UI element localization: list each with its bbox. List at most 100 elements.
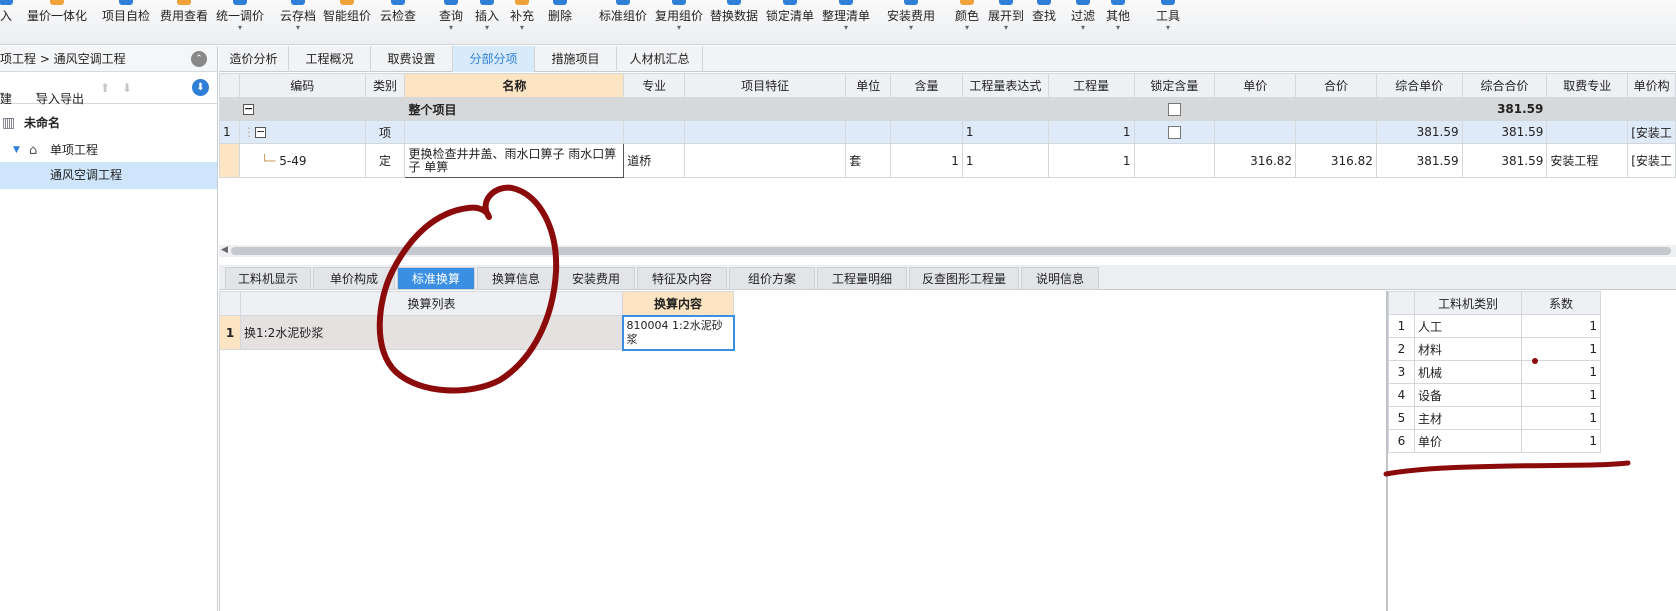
toolbar-replace-data-button[interactable]: 替换数据 — [707, 0, 761, 44]
tab-project-overview[interactable]: 工程概况 — [289, 46, 371, 72]
header-name[interactable]: 名称 — [404, 73, 625, 98]
scrollbar-thumb[interactable] — [231, 247, 1671, 255]
toolbar-insert-button[interactable]: 插入 ▾ — [472, 0, 502, 44]
table-row[interactable]: 1 换1:2水泥砂浆 810004 1:2水泥砂浆 — [219, 314, 735, 351]
cell-name[interactable]: 整个项目 — [404, 97, 625, 121]
tab-qty-detail[interactable]: 工程量明细 — [817, 267, 907, 290]
tab-features-content[interactable]: 特征及内容 — [637, 267, 727, 290]
cell-total[interactable]: 381.59 — [1461, 120, 1548, 144]
cell-content[interactable]: 1 — [890, 143, 963, 178]
table-row-item[interactable]: └─ 5-49 定 更换检查井井盖、雨水口箅子 雨水口箅子 单箅 道桥 套 1 … — [219, 143, 1676, 178]
toolbar-delete-button[interactable]: 删除 — [545, 0, 575, 44]
collapse-row-icon[interactable]: − — [254, 126, 266, 138]
toolbar-reuse-price-button[interactable]: 复用组价 ▾ — [652, 0, 706, 44]
toolbar-color-button[interactable]: 颜色 ▾ — [952, 0, 982, 44]
cell-conversion-name[interactable]: 换1:2水泥砂浆 — [240, 315, 623, 350]
collapse-row-icon[interactable]: − — [242, 103, 254, 115]
lock-checkbox[interactable] — [1167, 126, 1181, 139]
header-unit-total[interactable]: 综合单价 — [1375, 73, 1463, 98]
tab-install-fee[interactable]: 安装费用 — [557, 267, 635, 290]
toolbar-find-button[interactable]: 查找 — [1029, 0, 1059, 44]
table-row[interactable]: 6 单价 1 — [1388, 429, 1601, 453]
toolbar-cloud-check-button[interactable]: 云检查 — [377, 0, 419, 44]
header-price[interactable]: 单价 — [1214, 73, 1297, 98]
cell-qty-expr[interactable]: 1 — [961, 143, 1049, 178]
cell-total[interactable]: 381.59 — [1461, 97, 1548, 121]
tab-labor-material-display[interactable]: 工料机显示 — [225, 267, 311, 290]
table-row-section[interactable]: 1 ⋮− 项 1 1 381.59 381.59 [安装工 — [219, 120, 1676, 144]
table-row[interactable]: 5 主材 1 — [1388, 406, 1601, 430]
expand-arrow-icon[interactable]: ▼ — [13, 137, 20, 164]
toolbar-supplement-button[interactable]: 补充 ▾ — [507, 0, 537, 44]
cell-name[interactable]: 更换检查井井盖、雨水口箅子 雨水口箅子 单箅 — [404, 143, 625, 178]
toolbar-self-check-button[interactable]: 项目自检 — [99, 0, 153, 44]
tab-graphic-qty[interactable]: 反查图形工程量 — [909, 267, 1019, 290]
cell-amount[interactable]: 316.82 — [1295, 143, 1377, 178]
cell-price[interactable]: 316.82 — [1214, 143, 1297, 178]
table-row[interactable]: 2 材料 1 — [1388, 337, 1601, 361]
header-code[interactable]: 编码 — [238, 73, 366, 98]
header-qty-expr[interactable]: 工程量表达式 — [961, 73, 1049, 98]
header-coefficient[interactable]: 系数 — [1521, 291, 1601, 315]
toolbar-tools-button[interactable]: 工具 ▾ — [1153, 0, 1183, 44]
toolbar-query-button[interactable]: 查询 ▾ — [436, 0, 466, 44]
toolbar-other-button[interactable]: 其他 ▾ — [1103, 0, 1133, 44]
header-total[interactable]: 综合合价 — [1461, 73, 1548, 98]
cell-type[interactable]: 定 — [364, 143, 406, 178]
header-conversion-content[interactable]: 换算内容 — [622, 291, 734, 316]
header-amount[interactable]: 合价 — [1295, 73, 1377, 98]
table-row[interactable]: 1 人工 1 — [1388, 314, 1601, 338]
cell-major[interactable]: 道桥 — [623, 143, 686, 178]
header-qty[interactable]: 工程量 — [1047, 73, 1135, 98]
table-row[interactable]: 4 设备 1 — [1388, 383, 1601, 407]
cell-unit[interactable]: 套 — [845, 143, 892, 178]
toolbar-standard-price-button[interactable]: 标准组价 — [596, 0, 650, 44]
download-icon[interactable]: ⬇ — [192, 79, 209, 96]
tab-price-scheme[interactable]: 组价方案 — [729, 267, 815, 290]
toolbar-cloud-archive-button[interactable]: 云存档 ▾ — [277, 0, 319, 44]
cell-unit-total[interactable]: 381.59 — [1375, 143, 1463, 178]
cell-unit-total[interactable]: 381.59 — [1375, 120, 1463, 144]
move-up-icon[interactable]: ⬆ — [100, 81, 110, 95]
cell-total[interactable]: 381.59 — [1461, 143, 1548, 178]
tab-cost-analysis[interactable]: 造价分析 — [219, 46, 289, 72]
toolbar-install-fee-button[interactable]: 安装费用 ▾ — [884, 0, 938, 44]
header-category[interactable]: 工料机类别 — [1414, 291, 1522, 315]
cell-code[interactable]: 5-49 — [279, 154, 306, 168]
header-fee-major[interactable]: 取费专业 — [1546, 73, 1629, 98]
tab-standard-conversion[interactable]: 标准换算 — [397, 267, 475, 290]
tab-measures[interactable]: 措施项目 — [535, 46, 617, 72]
toolbar-import-button[interactable]: 入 — [0, 0, 16, 44]
tab-labor-material-summary[interactable]: 人材机汇总 — [617, 46, 703, 72]
toolbar-fee-view-button[interactable]: 费用查看 — [157, 0, 211, 44]
scroll-left-icon[interactable]: ◀ — [221, 245, 228, 255]
table-row[interactable]: 3 机械 1 — [1388, 360, 1601, 384]
toolbar-adjust-price-button[interactable]: 统一调价 ▾ — [213, 0, 267, 44]
toolbar-quantity-price-button[interactable]: 量价一体化 — [22, 0, 92, 44]
header-unit[interactable]: 单位 — [845, 73, 892, 98]
header-major[interactable]: 专业 — [623, 73, 686, 98]
toolbar-organize-list-button[interactable]: 整理清单 ▾ — [819, 0, 873, 44]
toolbar-lock-list-button[interactable]: 锁定清单 — [763, 0, 817, 44]
header-type[interactable]: 类别 — [364, 73, 406, 98]
cell-type[interactable]: 项 — [364, 120, 406, 144]
tab-notes[interactable]: 说明信息 — [1021, 267, 1099, 290]
tab-fee-settings[interactable]: 取费设置 — [371, 46, 453, 72]
header-lock-content[interactable]: 锁定含量 — [1133, 73, 1216, 98]
move-down-icon[interactable]: ⬇ — [122, 81, 132, 95]
header-conversion-list[interactable]: 换算列表 — [240, 291, 623, 316]
cell-price-structure[interactable]: [安装工 — [1627, 143, 1676, 178]
cell-fee-major[interactable]: 安装工程 — [1546, 143, 1629, 178]
tree-item-single-project[interactable]: ▼ ⌂ 单项工程 — [0, 137, 217, 164]
tab-price-composition[interactable]: 单价构成 — [313, 267, 395, 290]
table-row-total[interactable]: − 整个项目 381.59 — [219, 97, 1676, 121]
tree-item-hvac[interactable]: 通风空调工程 — [0, 162, 217, 189]
cell-conversion-content[interactable]: 810004 1:2水泥砂浆 — [621, 314, 735, 351]
collapse-icon[interactable]: ⌃ — [191, 51, 207, 67]
horizontal-scrollbar[interactable]: ◀ — [219, 245, 1676, 257]
tree-item-root[interactable]: ▥ 未命名 — [0, 110, 217, 137]
header-content[interactable]: 含量 — [890, 73, 963, 98]
cell-price-structure[interactable]: [安装工 — [1627, 120, 1676, 144]
toolbar-filter-button[interactable]: 过滤 ▾ — [1068, 0, 1098, 44]
cell-qty[interactable]: 1 — [1047, 143, 1135, 178]
